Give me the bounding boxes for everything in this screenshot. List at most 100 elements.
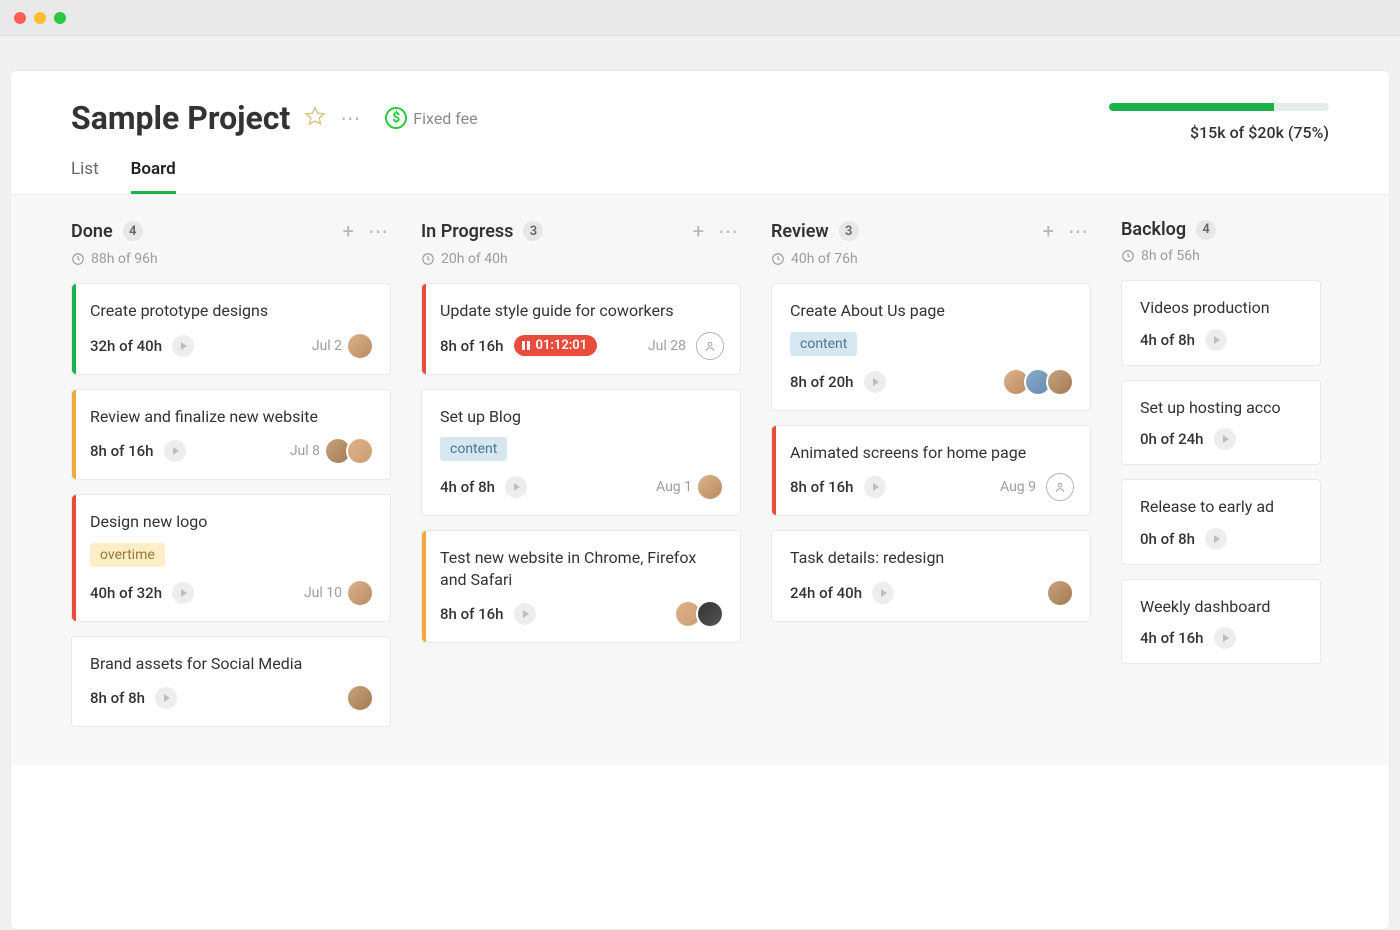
star-icon[interactable] [304, 105, 326, 131]
task-card[interactable]: Brand assets for Social Media 8h of 8h [71, 636, 391, 728]
avatar[interactable] [696, 600, 724, 628]
column-count-badge: 3 [523, 221, 543, 241]
column-name: Done [71, 221, 113, 242]
window-zoom-icon[interactable] [54, 12, 66, 24]
unassigned-icon[interactable] [1046, 473, 1074, 501]
avatar[interactable] [346, 579, 374, 607]
add-card-button[interactable]: + [341, 219, 356, 243]
avatar[interactable] [346, 684, 374, 712]
board-column: Done4+⋯88h of 96hCreate prototype design… [71, 219, 391, 741]
avatar[interactable] [346, 332, 374, 360]
clock-icon [771, 252, 785, 266]
card-hours: 0h of 8h [1140, 530, 1195, 548]
avatar[interactable] [346, 437, 374, 465]
card-hours: 8h of 16h [440, 605, 504, 623]
card-hours: 8h of 20h [790, 373, 854, 391]
card-title: Brand assets for Social Media [90, 653, 374, 675]
board-columns: Done4+⋯88h of 96hCreate prototype design… [71, 219, 1389, 741]
card-assignees [1008, 368, 1074, 396]
play-button[interactable] [864, 476, 886, 498]
project-menu-button[interactable]: ⋯ [340, 106, 361, 130]
task-card[interactable]: Update style guide for coworkers8h of 16… [421, 283, 741, 375]
play-button[interactable] [1214, 627, 1236, 649]
card-title: Test new website in Chrome, Firefox and … [440, 547, 724, 590]
card-footer: 4h of 8h [1140, 329, 1304, 351]
board-area: Done4+⋯88h of 96hCreate prototype design… [11, 194, 1389, 765]
card-hours: 24h of 40h [790, 584, 862, 602]
play-button[interactable] [1205, 329, 1227, 351]
play-button[interactable] [155, 687, 177, 709]
column-menu-button[interactable]: ⋯ [716, 219, 741, 243]
card-footer: 24h of 40h [790, 579, 1074, 607]
add-card-button[interactable]: + [691, 219, 706, 243]
unassigned-icon[interactable] [696, 332, 724, 360]
card-title: Design new logo [90, 511, 374, 533]
avatar[interactable] [696, 473, 724, 501]
card-hours: 4h of 8h [440, 478, 495, 496]
card-title: Weekly dashboard [1140, 596, 1304, 618]
column-count-badge: 4 [123, 221, 143, 241]
card-footer: 8h of 8h [90, 684, 374, 712]
card-assignees [352, 579, 374, 607]
play-button[interactable] [172, 335, 194, 357]
task-card[interactable]: Task details: redesign24h of 40h [771, 530, 1091, 622]
card-title: Videos production [1140, 297, 1304, 319]
task-card[interactable]: Animated screens for home page8h of 16hA… [771, 425, 1091, 517]
play-button[interactable] [505, 476, 527, 498]
card-assignees [352, 684, 374, 712]
card-title: Set up hosting acco [1140, 397, 1304, 419]
task-card[interactable]: Design new logoovertime40h of 32hJul 10 [71, 494, 391, 622]
tab-board[interactable]: Board [131, 159, 176, 194]
card-tag: overtime [90, 543, 165, 567]
card-footer: 8h of 16h Aug 9 [790, 473, 1074, 501]
column-header: In Progress 3 + ⋯ [421, 219, 741, 243]
play-button[interactable] [1214, 428, 1236, 450]
card-hours: 4h of 16h [1140, 629, 1204, 647]
column-count-badge: 4 [1196, 220, 1216, 240]
column-name: In Progress [421, 221, 513, 242]
window-close-icon[interactable] [14, 12, 26, 24]
card-hours: 8h of 16h [790, 478, 854, 496]
card-timer[interactable]: 01:12:01 [514, 335, 598, 356]
avatar[interactable] [1046, 368, 1074, 396]
task-card[interactable]: Set up hosting acco0h of 24h [1121, 380, 1321, 466]
card-assignees [330, 437, 374, 465]
task-card[interactable]: Test new website in Chrome, Firefox and … [421, 530, 741, 643]
avatar[interactable] [1046, 579, 1074, 607]
add-card-button[interactable]: + [1041, 219, 1056, 243]
window-minimize-icon[interactable] [34, 12, 46, 24]
task-card[interactable]: Set up Blogcontent4h of 8hAug 1 [421, 389, 741, 517]
column-menu-button[interactable]: ⋯ [366, 219, 391, 243]
play-button[interactable] [172, 582, 194, 604]
card-date: Aug 9 [1000, 479, 1036, 495]
column-menu-button[interactable]: ⋯ [1066, 219, 1091, 243]
dollar-icon: $ [385, 107, 407, 129]
clock-icon [421, 252, 435, 266]
card-date: Jul 2 [312, 338, 342, 354]
task-card[interactable]: Create About Us pagecontent8h of 20h [771, 283, 1091, 411]
task-card[interactable]: Release to early ad 0h of 8h [1121, 479, 1321, 565]
task-card[interactable]: Videos production 4h of 8h [1121, 280, 1321, 366]
card-footer: 8h of 16h [440, 600, 724, 628]
play-button[interactable] [872, 582, 894, 604]
card-footer: 8h of 20h [790, 368, 1074, 396]
play-button[interactable] [514, 603, 536, 625]
pause-icon [522, 341, 530, 350]
column-header: Review3+⋯ [771, 219, 1091, 243]
card-status-stripe [422, 531, 426, 642]
billing-type-label: Fixed fee [413, 109, 477, 128]
play-button[interactable] [1205, 528, 1227, 550]
view-tabs: List Board [71, 159, 478, 194]
card-status-stripe [72, 390, 76, 480]
play-button[interactable] [864, 371, 886, 393]
play-button[interactable] [164, 440, 186, 462]
task-card[interactable]: Create prototype designs32h of 40hJul 2 [71, 283, 391, 375]
task-card[interactable]: Weekly dashboard 4h of 16h [1121, 579, 1321, 665]
tab-list[interactable]: List [71, 159, 99, 194]
budget-progress-label: $15k of $20k (75%) [1109, 123, 1329, 142]
card-title: Release to early ad [1140, 496, 1304, 518]
card-tag: content [440, 437, 507, 461]
card-footer: 8h of 16h01:12:01Jul 28 [440, 332, 724, 360]
card-footer: 8h of 16hJul 8 [90, 437, 374, 465]
task-card[interactable]: Review and finalize new website8h of 16h… [71, 389, 391, 481]
